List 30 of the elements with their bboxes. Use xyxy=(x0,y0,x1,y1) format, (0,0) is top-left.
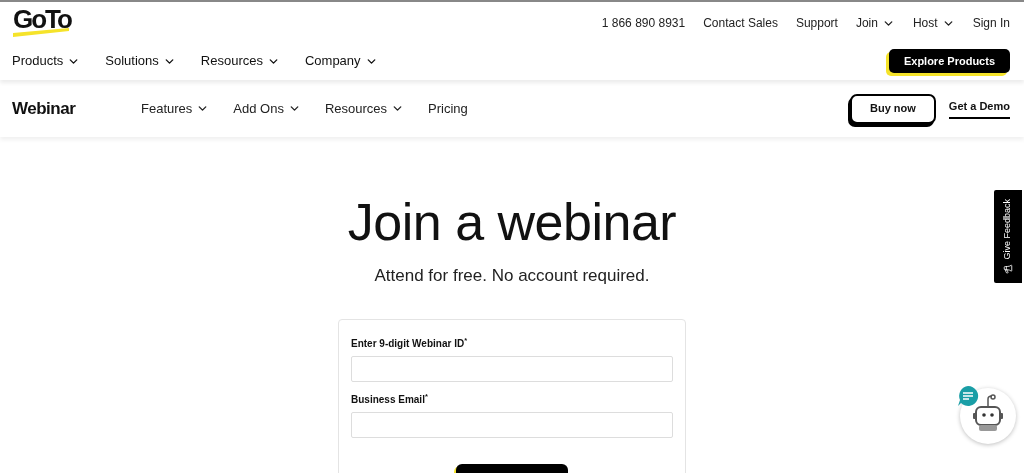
logo-text[interactable]: GoTo xyxy=(13,0,71,39)
product-title: Webinar xyxy=(12,97,77,120)
product-nav-link[interactable]: Resources xyxy=(324,98,405,119)
field-label: Business Email$^{*}$ xyxy=(351,391,429,407)
utility-link[interactable]: Host xyxy=(912,14,955,32)
input-field[interactable] xyxy=(351,411,673,438)
nav-link[interactable]: Resources xyxy=(200,51,280,71)
product-nav-link[interactable]: Features xyxy=(141,98,210,119)
page-subtitle: Attend for free. No account required. xyxy=(374,265,650,287)
utility-link[interactable]: Join xyxy=(855,14,895,32)
feedback-tab[interactable]: Give Feedback xyxy=(994,190,1022,283)
nav-link[interactable]: Solutions xyxy=(105,51,176,71)
demo-link[interactable]: Get a Demo xyxy=(948,98,1010,119)
utility-link[interactable]: Sign In xyxy=(972,14,1010,32)
field-label: Enter 9-digit Webinar ID$^{*}$ xyxy=(351,335,469,351)
chat-bubble-icon xyxy=(957,385,979,407)
underline-swoosh-icon xyxy=(12,28,70,38)
page-title: Join a webinar xyxy=(347,192,677,253)
chatbot-button[interactable] xyxy=(960,388,1016,444)
utility-link[interactable]: Support xyxy=(795,14,838,32)
nav-link[interactable]: Company xyxy=(304,51,378,71)
utility-link[interactable]: 1 866 890 8931 xyxy=(601,14,686,32)
input-field[interactable] xyxy=(351,355,673,382)
buy-now-button[interactable]: Buy now xyxy=(850,93,936,124)
utility-link[interactable]: Contact Sales xyxy=(703,14,778,32)
megaphone-icon xyxy=(1003,264,1013,275)
explore-products-button[interactable]: Explore Products xyxy=(888,49,1010,73)
product-nav-link[interactable]: Pricing xyxy=(428,98,468,119)
nav-link[interactable]: Products xyxy=(12,51,81,71)
product-nav-link[interactable]: Add Ons xyxy=(233,98,301,119)
